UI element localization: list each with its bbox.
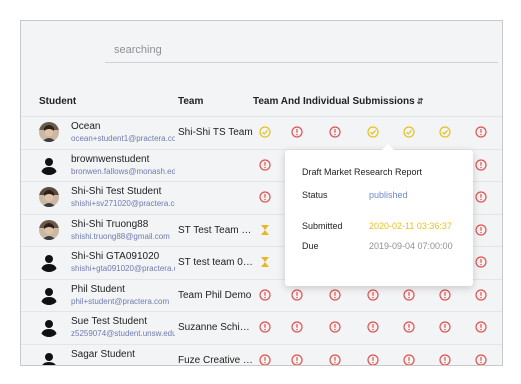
student-email: shishi.truong88@gmail.com xyxy=(71,231,170,241)
hourglass-icon[interactable] xyxy=(259,224,271,236)
person-icon xyxy=(39,155,59,175)
alert-icon[interactable] xyxy=(329,353,341,365)
alert-icon[interactable] xyxy=(439,288,451,301)
alert-icon[interactable] xyxy=(439,353,451,365)
alert-icon[interactable] xyxy=(259,191,271,203)
submission-popover: Draft Market Research Report Status publ… xyxy=(285,144,473,286)
alert-icon[interactable] xyxy=(403,288,415,301)
alert-icon[interactable] xyxy=(475,158,487,171)
alert-icon[interactable] xyxy=(291,288,303,301)
submissions-column-header[interactable]: Team And Individual Submissions ⇵ xyxy=(253,96,423,107)
student-name[interactable]: Shi-Shi GTA091020 xyxy=(71,251,181,262)
team-name: ST test team 09... xyxy=(178,257,254,268)
check-icon[interactable] xyxy=(403,126,415,138)
student-email: shishi+gta091020@practera.co xyxy=(71,264,175,273)
table-row[interactable]: Ocean ocean+student1@practera.co Shi-Shi T… xyxy=(21,116,502,149)
alert-icon[interactable] xyxy=(475,223,487,236)
submissions-panel: searching Student Team Team And Individu… xyxy=(20,20,503,366)
alert-icon[interactable] xyxy=(403,353,415,365)
student-name[interactable]: Ocean xyxy=(71,121,181,132)
search-input[interactable]: searching xyxy=(105,30,498,63)
alert-icon[interactable] xyxy=(475,256,487,268)
alert-icon[interactable] xyxy=(475,288,487,301)
alert-icon[interactable] xyxy=(329,288,341,301)
due-label: Due xyxy=(302,241,319,251)
due-value: 2019-09-04 07:00:00 xyxy=(369,241,453,251)
alert-icon[interactable] xyxy=(475,321,487,333)
person-icon xyxy=(39,252,59,272)
sort-icon[interactable]: ⇵ xyxy=(417,97,424,106)
student-name[interactable]: Shi-Shi Test Student xyxy=(71,186,181,197)
student-name[interactable]: brownwenstudent xyxy=(71,154,181,165)
alert-icon[interactable] xyxy=(291,353,303,365)
alert-icon[interactable] xyxy=(403,321,415,333)
team-name: Fuze Creative T... xyxy=(178,354,254,366)
status-value: published xyxy=(369,190,408,200)
table-row[interactable]: Sagar Student Fuze Creative T... xyxy=(21,343,502,366)
submitted-label: Submitted xyxy=(302,221,343,231)
check-icon[interactable] xyxy=(259,126,271,138)
alert-icon[interactable] xyxy=(291,126,303,138)
submissions-column-label: Team And Individual Submissions xyxy=(253,96,415,107)
student-name[interactable]: Shi-Shi Truong88 xyxy=(71,219,181,230)
popover-arrow xyxy=(382,144,394,150)
alert-icon[interactable] xyxy=(475,191,487,203)
check-icon[interactable] xyxy=(367,126,379,138)
team-name: Shi-Shi TS Team xyxy=(178,127,253,138)
student-name[interactable]: Sagar Student xyxy=(71,349,181,360)
check-icon[interactable] xyxy=(439,126,451,138)
avatar xyxy=(39,122,59,142)
team-name: ST Test Team 1... xyxy=(178,224,254,236)
alert-icon[interactable] xyxy=(259,353,271,365)
person-icon xyxy=(39,285,59,305)
person-icon xyxy=(39,350,59,365)
alert-icon[interactable] xyxy=(259,288,271,301)
student-email: phil+student@practera.com xyxy=(71,296,170,306)
alert-icon[interactable] xyxy=(475,353,487,365)
student-email: ocean+student1@practera.co xyxy=(71,134,175,143)
alert-icon[interactable] xyxy=(259,321,271,333)
alert-icon[interactable] xyxy=(367,288,379,301)
search-placeholder: searching xyxy=(114,44,162,56)
student-column-header: Student xyxy=(39,96,77,107)
alert-icon[interactable] xyxy=(259,158,271,171)
hourglass-icon[interactable] xyxy=(259,256,271,268)
alert-icon[interactable] xyxy=(439,321,451,333)
student-email: shishi+sv271020@practera.co xyxy=(71,199,175,208)
avatar xyxy=(39,187,59,207)
alert-icon[interactable] xyxy=(367,321,379,333)
avatar xyxy=(39,219,59,240)
team-name: Team Phil Demo xyxy=(178,289,252,301)
submitted-value: 2020-02-11 03:36:37 xyxy=(369,221,452,231)
alert-icon[interactable] xyxy=(291,321,303,333)
popover-title: Draft Market Research Report xyxy=(302,167,423,177)
student-email: z5259074@student.unsw.edu.au xyxy=(71,329,175,338)
team-name: Suzanne Schibe... xyxy=(178,322,254,333)
table-header: Student Team Team And Individual Submiss… xyxy=(21,91,502,115)
table-row[interactable]: Sue Test Student z5259074@student.unsw.ed… xyxy=(21,311,502,344)
alert-icon[interactable] xyxy=(329,126,341,138)
alert-icon[interactable] xyxy=(367,353,379,365)
team-column-header: Team xyxy=(178,96,204,107)
person-icon xyxy=(39,317,59,337)
student-name[interactable]: Phil Student xyxy=(71,284,181,295)
student-email: bronwen.fallows@monash.edu xyxy=(71,166,175,176)
alert-icon[interactable] xyxy=(329,321,341,333)
alert-icon[interactable] xyxy=(475,126,487,138)
student-name[interactable]: Sue Test Student xyxy=(71,316,181,327)
status-label: Status xyxy=(302,190,328,200)
